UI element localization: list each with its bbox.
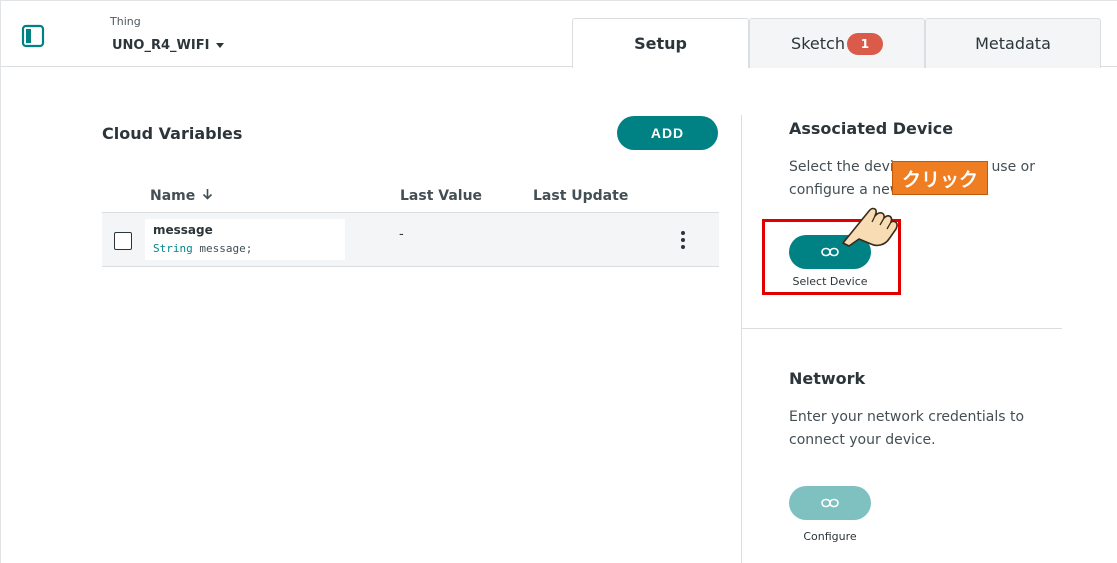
table-row[interactable]: message String message; - bbox=[102, 213, 719, 267]
variable-name-cell: message String message; bbox=[145, 219, 345, 260]
click-callout: クリック bbox=[892, 161, 988, 195]
associated-device-text-end: use or bbox=[991, 159, 1035, 175]
column-header-last-update: Last Update bbox=[533, 188, 629, 204]
tab-setup-label: Setup bbox=[634, 34, 687, 53]
column-header-last-value: Last Value bbox=[400, 188, 483, 204]
caret-down-icon bbox=[216, 43, 225, 48]
variable-name: message bbox=[153, 223, 213, 237]
tab-metadata-label: Metadata bbox=[975, 34, 1051, 53]
variable-type: String bbox=[153, 242, 193, 255]
tab-setup[interactable]: Setup bbox=[572, 18, 749, 68]
thing-name-label: UNO_R4_WIFI bbox=[112, 38, 210, 53]
sort-down-arrow-icon bbox=[202, 188, 213, 204]
link-icon bbox=[821, 498, 839, 508]
column-header-name[interactable]: Name bbox=[150, 188, 213, 204]
tab-sketch[interactable]: Sketch 1 bbox=[749, 18, 925, 68]
sidebar-toggle-icon[interactable] bbox=[21, 24, 45, 48]
column-header-name-label: Name bbox=[150, 188, 196, 204]
row-checkbox[interactable] bbox=[114, 232, 132, 250]
associated-device-text-start: Select the devic bbox=[789, 159, 902, 175]
tab-sketch-label: Sketch bbox=[791, 34, 845, 53]
row-more-menu-icon[interactable] bbox=[678, 231, 688, 249]
pointing-hand-icon bbox=[839, 189, 909, 247]
add-variable-button[interactable]: ADD bbox=[617, 116, 718, 150]
variable-last-value: - bbox=[399, 227, 404, 242]
thing-setup-page: Thing UNO_R4_WIFI Setup Sketch 1 Metadat… bbox=[0, 0, 1117, 563]
configure-label: Configure bbox=[803, 530, 857, 543]
variable-declaration: String message; bbox=[153, 242, 345, 255]
associated-device-title: Associated Device bbox=[789, 119, 954, 138]
section-divider bbox=[742, 328, 1062, 329]
network-description: Enter your network credentials to connec… bbox=[789, 409, 1025, 448]
thing-name-dropdown[interactable]: UNO_R4_WIFI bbox=[112, 38, 225, 53]
panel-divider bbox=[741, 115, 742, 563]
tab-metadata[interactable]: Metadata bbox=[925, 18, 1101, 68]
variable-declaration-name: message; bbox=[199, 242, 253, 255]
configure-network-button[interactable] bbox=[789, 486, 871, 520]
network-title: Network bbox=[789, 369, 866, 388]
header: Thing UNO_R4_WIFI Setup Sketch 1 Metadat… bbox=[1, 1, 1117, 68]
cloud-variables-title: Cloud Variables bbox=[102, 124, 243, 143]
thing-caption: Thing bbox=[110, 15, 141, 28]
sketch-badge: 1 bbox=[846, 32, 883, 55]
